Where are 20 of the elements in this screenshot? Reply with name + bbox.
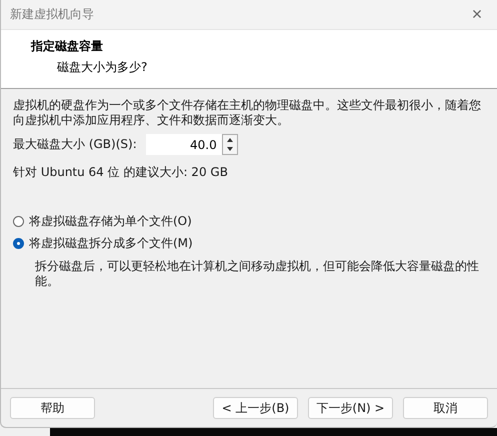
disk-size-label: 最大磁盘大小 (GB)(S): [13,136,137,153]
page-subtitle: 磁盘大小为多少? [57,59,148,76]
storage-option[interactable]: 将虚拟磁盘存储为单个文件(O) [13,213,486,230]
intro-text: 虚拟机的硬盘作为一个或多个文件存储在主机的物理磁盘中。这些文件最初很小，随着您向虚拟机中添加应用程序、文件和数据而逐渐变大。 [13,98,482,128]
spinner-control[interactable] [222,134,238,155]
dialog-button[interactable]: 取消 [403,397,488,419]
down-arrow-icon[interactable] [226,147,233,151]
option-description: 拆分磁盘后，可以更轻松地在计算机之间移动虚拟机，但可能会降低大容量磁盘的性能。 [35,259,480,289]
up-arrow-icon[interactable] [226,138,233,142]
dialog-button[interactable]: 下一步(N) > [308,397,393,419]
disk-size-field[interactable]: 40.0 [146,134,222,155]
dialog-button[interactable]: < 上一步(B) [213,397,298,419]
page-title: 指定磁盘容量 [31,38,104,55]
recommended-size-text: 针对 Ubuntu 64 位 的建议大小: 20 GB [13,164,229,181]
close-button[interactable]: × [457,0,497,29]
window-title: 新建虚拟机向导 [10,6,94,23]
storage-option[interactable]: 将虚拟磁盘拆分成多个文件(M) [13,235,486,252]
dialog-button[interactable]: 帮助 [10,397,95,419]
radio-button[interactable] [13,216,24,227]
radio-button[interactable] [13,238,24,249]
